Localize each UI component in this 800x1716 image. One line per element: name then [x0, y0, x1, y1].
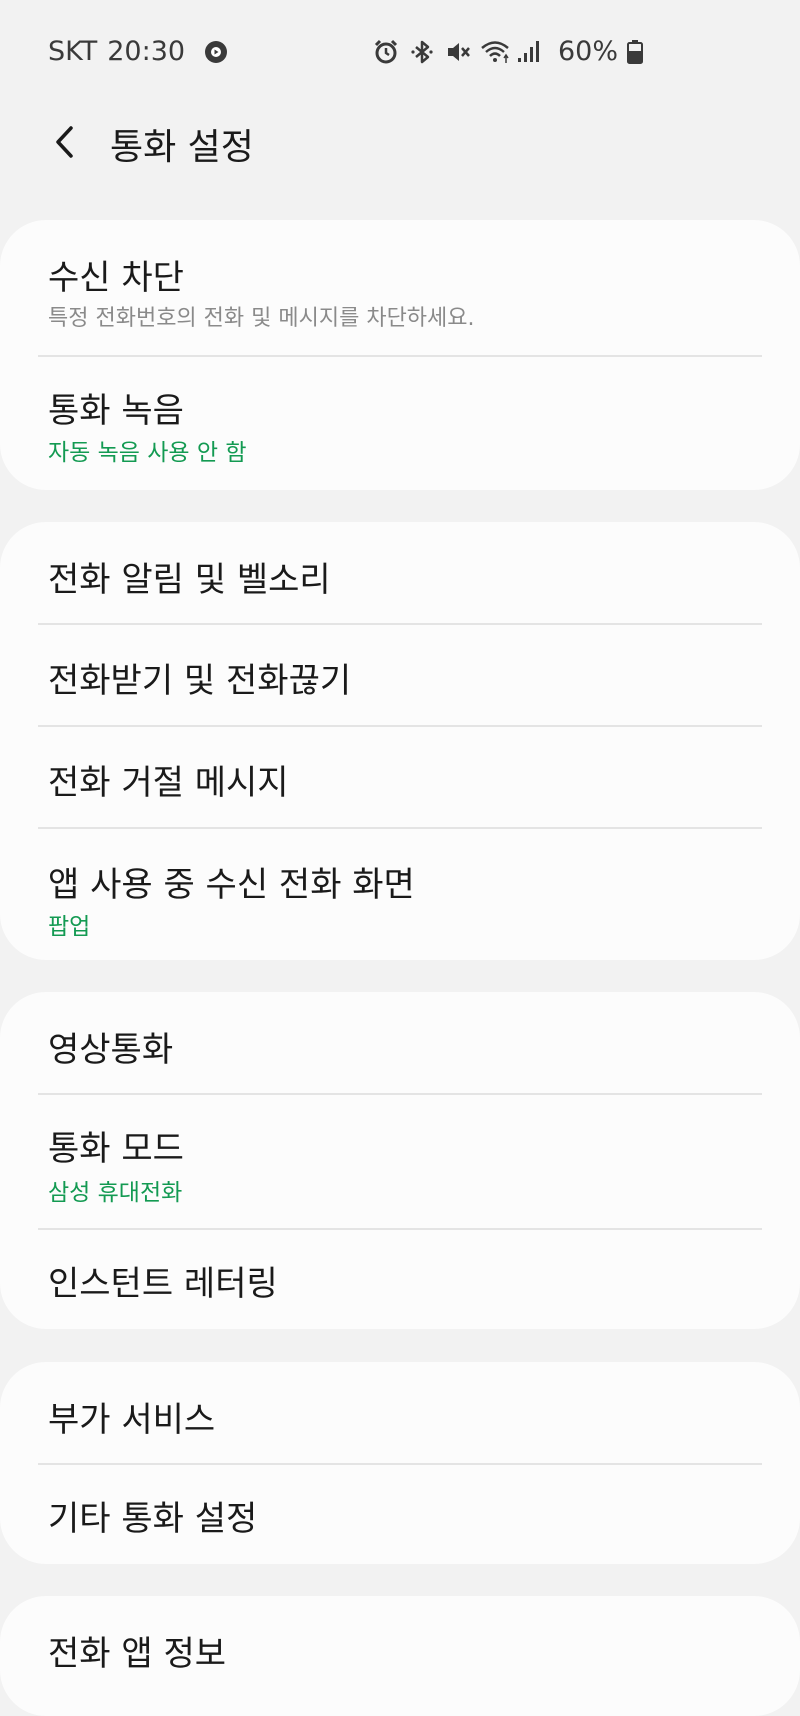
battery-percent: 60% [557, 36, 618, 67]
settings-group-services: 부가 서비스 기타 통화 설정 [0, 1362, 800, 1564]
incoming-call-display-item[interactable]: 앱 사용 중 수신 전화 화면 팝업 [0, 829, 800, 960]
status-right: 60% [372, 36, 644, 67]
video-call-item[interactable]: 영상통화 [0, 992, 800, 1093]
settings-group-video-mode: 영상통화 통화 모드 삼성 휴대전화 인스턴트 레터링 [0, 992, 800, 1329]
settings-group-about: 전화 앱 정보 [0, 1596, 800, 1716]
item-title: 부가 서비스 [48, 1400, 216, 1440]
play-circle-icon [203, 39, 229, 65]
wifi-icon [480, 38, 509, 66]
call-mode-item[interactable]: 통화 모드 삼성 휴대전화 [0, 1095, 800, 1228]
mute-icon [444, 38, 472, 66]
item-title: 기타 통화 설정 [48, 1499, 258, 1539]
status-left: SKT 20:30 [48, 36, 229, 67]
app-header: 통화 설정 [0, 104, 800, 184]
item-title: 전화 앱 정보 [48, 1634, 227, 1674]
status-bar: SKT 20:30 60% [0, 0, 800, 104]
answer-end-calls-item[interactable]: 전화받기 및 전화끊기 [0, 625, 800, 725]
item-subtitle: 자동 녹음 사용 안 함 [48, 440, 247, 466]
item-title: 통화 모드 [48, 1129, 184, 1169]
alarm-icon [372, 38, 400, 66]
page-title: 통화 설정 [110, 127, 254, 168]
item-subtitle: 특정 전화번호의 전화 및 메시지를 차단하세요. [48, 306, 475, 331]
item-title: 전화 거절 메시지 [48, 763, 289, 803]
battery-icon [626, 38, 644, 66]
item-title: 수신 차단 [48, 258, 184, 298]
item-title: 전화받기 및 전화끊기 [48, 661, 352, 701]
other-call-settings-item[interactable]: 기타 통화 설정 [0, 1465, 800, 1564]
settings-group-blocking-recording: 수신 차단 특정 전화번호의 전화 및 메시지를 차단하세요. 통화 녹음 자동… [0, 220, 800, 490]
item-title: 전화 알림 및 벨소리 [48, 560, 331, 600]
clock: 20:30 [107, 36, 186, 67]
about-phone-app-item[interactable]: 전화 앱 정보 [0, 1596, 800, 1689]
ringtone-alerts-item[interactable]: 전화 알림 및 벨소리 [0, 522, 800, 623]
settings-group-call-handling: 전화 알림 및 벨소리 전화받기 및 전화끊기 전화 거절 메시지 앱 사용 중… [0, 522, 800, 960]
item-title: 인스턴트 레터링 [48, 1264, 278, 1304]
item-title: 통화 녹음 [48, 391, 184, 431]
item-subtitle: 팝업 [48, 914, 91, 940]
item-title: 영상통화 [48, 1030, 174, 1070]
item-subtitle: 삼성 휴대전화 [48, 1180, 183, 1206]
back-arrow-icon [51, 122, 79, 166]
supplementary-services-item[interactable]: 부가 서비스 [0, 1362, 800, 1463]
signal-icon [516, 38, 544, 66]
call-recording-item[interactable]: 통화 녹음 자동 녹음 사용 안 함 [0, 357, 800, 490]
bluetooth-icon [408, 38, 436, 66]
instant-lettering-item[interactable]: 인스턴트 레터링 [0, 1230, 800, 1329]
item-title: 앱 사용 중 수신 전화 화면 [48, 865, 415, 905]
call-blocking-item[interactable]: 수신 차단 특정 전화번호의 전화 및 메시지를 차단하세요. [0, 220, 800, 355]
back-button[interactable] [40, 116, 90, 172]
decline-messages-item[interactable]: 전화 거절 메시지 [0, 727, 800, 827]
carrier-label: SKT [48, 36, 98, 67]
